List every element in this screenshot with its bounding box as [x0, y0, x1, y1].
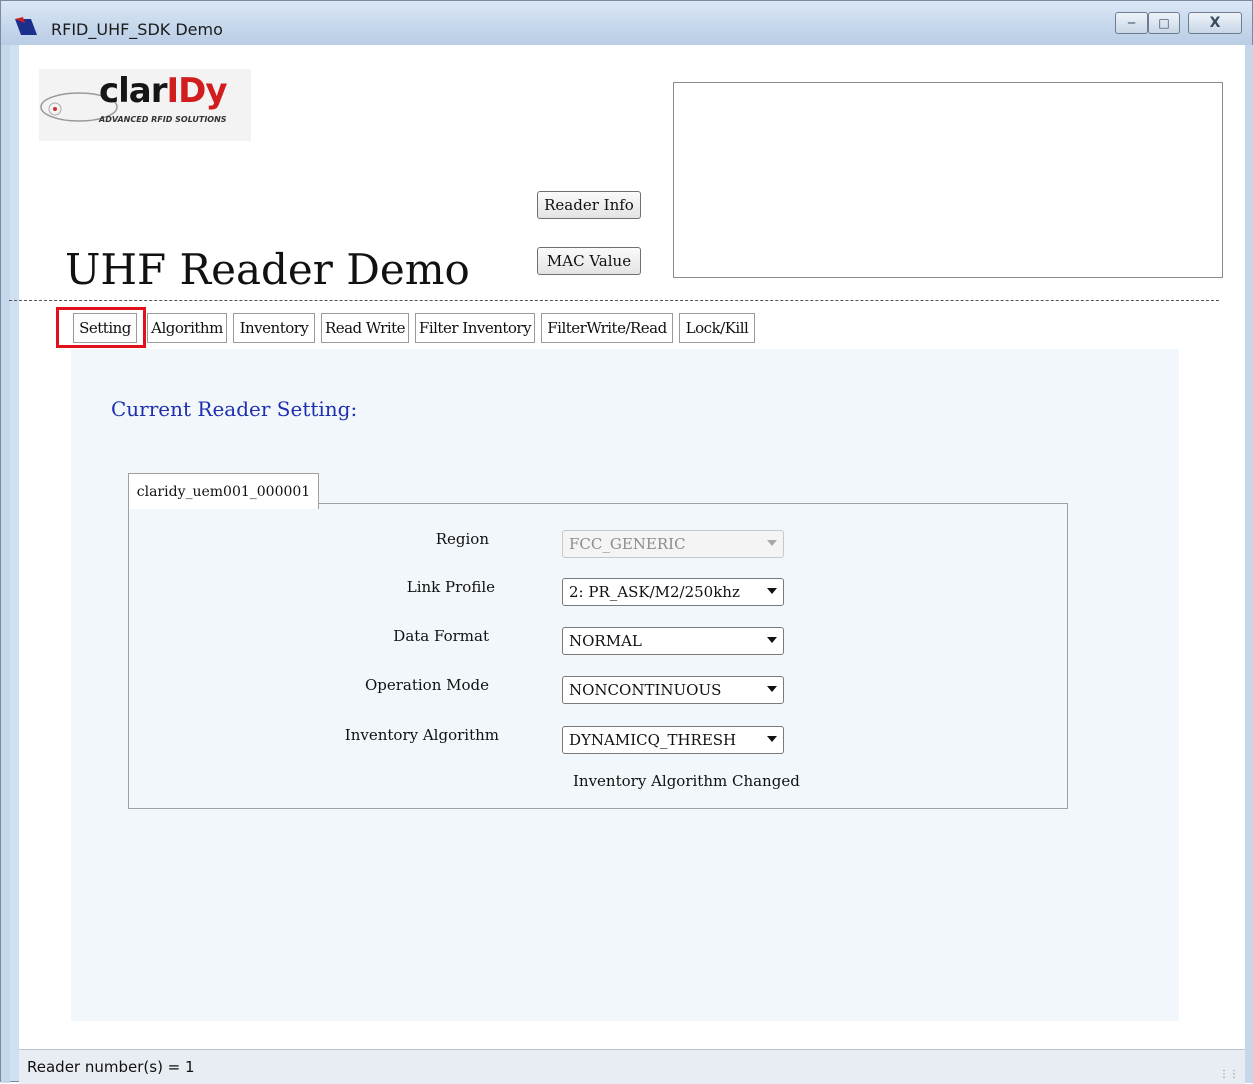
region-label: Region	[435, 530, 489, 548]
window-frame-right	[1245, 45, 1253, 1083]
chevron-down-icon	[767, 686, 777, 692]
chevron-down-icon	[767, 540, 777, 546]
reader-count-status: Reader number(s) = 1	[27, 1058, 195, 1076]
data-format-select[interactable]: NORMAL	[562, 627, 784, 655]
current-reader-setting-heading: Current Reader Setting:	[111, 397, 358, 421]
minimize-button[interactable]: ─	[1115, 12, 1148, 34]
tab-algorithm[interactable]: Algorithm	[147, 313, 227, 343]
link-profile-select[interactable]: 2: PR_ASK/M2/250khz	[562, 578, 784, 606]
data-format-label: Data Format	[393, 627, 489, 645]
close-button[interactable]: X	[1188, 12, 1242, 34]
inventory-algorithm-label: Inventory Algorithm	[344, 726, 499, 744]
operation-mode-select[interactable]: NONCONTINUOUS	[562, 676, 784, 704]
maximize-button[interactable]: □	[1148, 12, 1180, 34]
operation-mode-label: Operation Mode	[364, 676, 489, 694]
chevron-down-icon	[767, 588, 777, 594]
title-bar[interactable]: RFID_UHF_SDK Demo ─ □ X	[1, 1, 1252, 45]
app-window: RFID_UHF_SDK Demo ─ □ X clarIDy ADVANCED…	[0, 0, 1253, 1084]
link-profile-label: Link Profile	[406, 578, 495, 596]
tab-lock-kill[interactable]: Lock/Kill	[679, 313, 755, 343]
client-area: clarIDy ADVANCED RFID SOLUTIONS UHF Read…	[9, 45, 1245, 1049]
setting-panel: Current Reader Setting: claridy_uem001_0…	[71, 349, 1179, 1021]
inventory-algorithm-select[interactable]: DYNAMICQ_THRESH	[562, 726, 784, 754]
tab-filter-write-read[interactable]: FilterWrite/Read	[541, 313, 673, 343]
tab-read-write[interactable]: Read Write	[321, 313, 409, 343]
logo-tagline: ADVANCED RFID SOLUTIONS	[99, 115, 227, 124]
algorithm-changed-message: Inventory Algorithm Changed	[573, 772, 800, 790]
reader-tab[interactable]: claridy_uem001_000001	[128, 473, 319, 509]
chevron-down-icon	[767, 637, 777, 643]
resize-grip-icon[interactable]: ⋮⋮	[1219, 1069, 1239, 1080]
chevron-down-icon	[767, 736, 777, 742]
mac-value-button[interactable]: MAC Value	[537, 247, 641, 275]
reader-info-button[interactable]: Reader Info	[537, 191, 641, 219]
claridy-logo: clarIDy ADVANCED RFID SOLUTIONS	[39, 69, 251, 141]
tab-filter-inventory[interactable]: Filter Inventory	[415, 313, 535, 343]
header-divider	[9, 300, 1219, 301]
app-icon	[15, 17, 37, 35]
window-title: RFID_UHF_SDK Demo	[51, 20, 223, 39]
region-select: FCC_GENERIC	[562, 530, 784, 558]
window-frame-left	[1, 45, 10, 1083]
status-bar: Reader number(s) = 1 ⋮⋮	[19, 1049, 1245, 1084]
logo-wordmark: clarIDy	[99, 71, 228, 111]
tab-inventory[interactable]: Inventory	[233, 313, 315, 343]
page-title: UHF Reader Demo	[65, 245, 470, 294]
tab-setting[interactable]: Setting	[73, 313, 137, 343]
reader-settings-group: Region FCC_GENERIC Link Profile 2: PR_AS…	[128, 503, 1068, 809]
reader-info-output[interactable]	[673, 82, 1223, 278]
